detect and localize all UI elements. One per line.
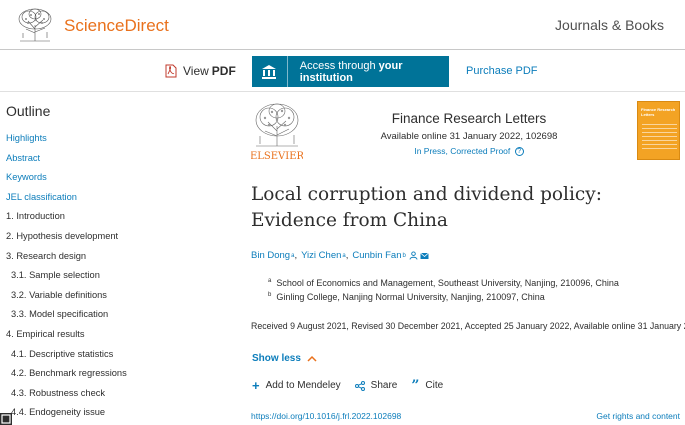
author-contact-icons bbox=[409, 251, 429, 260]
article-title: Local corruption and dividend policy: Ev… bbox=[251, 184, 602, 231]
pdf-icon bbox=[165, 64, 177, 78]
article-status[interactable]: In Press, Corrected Proof ? bbox=[330, 146, 608, 157]
view-pdf-label-bold: PDF bbox=[211, 64, 236, 78]
affiliation-marker: b bbox=[268, 292, 272, 298]
author-link[interactable]: Bin Dong bbox=[251, 250, 290, 261]
outline-item-research-design[interactable]: 3. Research design bbox=[0, 250, 127, 270]
article-status-label: In Press, Corrected Proof bbox=[414, 146, 511, 156]
journal-title[interactable]: Finance Research Letters bbox=[330, 111, 608, 126]
affiliation-text: School of Economics and Management, Sout… bbox=[276, 278, 619, 288]
show-less-label: Show less bbox=[252, 353, 301, 364]
journals-books-link[interactable]: Journals & Books bbox=[555, 17, 664, 33]
share-label: Share bbox=[370, 380, 398, 391]
outline-sidebar: Outline Highlights Abstract Keywords JEL… bbox=[0, 92, 235, 425]
add-to-mendeley-button[interactable]: + Add to Mendeley bbox=[252, 377, 341, 393]
top-header: ScienceDirect Journals & Books bbox=[0, 0, 685, 50]
view-pdf-button[interactable]: View PDF bbox=[165, 64, 236, 78]
help-icon[interactable]: ? bbox=[514, 147, 524, 157]
affiliation-marker: a bbox=[268, 278, 272, 284]
author-separator: , bbox=[345, 250, 349, 261]
affiliation-a: a School of Economics and Management, Sou… bbox=[268, 278, 619, 288]
affiliation-text: Ginling College, Nanjing Normal Universi… bbox=[276, 292, 545, 302]
outline-list: Highlights Abstract Keywords JEL classif… bbox=[0, 132, 127, 425]
person-icon[interactable] bbox=[409, 251, 418, 260]
outline-item-robustness-check[interactable]: 4.3. Robustness check bbox=[0, 387, 127, 407]
outline-item-descriptive-statistics[interactable]: 4.1. Descriptive statistics bbox=[0, 348, 127, 368]
rights-link[interactable]: Get rights and content bbox=[596, 411, 680, 421]
author-link[interactable]: Cunbin Fan bbox=[352, 250, 401, 261]
institution-icon bbox=[252, 56, 288, 87]
article-actions: + Add to Mendeley Share ” Cite bbox=[252, 377, 457, 394]
author-affiliation-marker: b bbox=[402, 252, 406, 259]
outline-item-jel[interactable]: JEL classification bbox=[0, 191, 127, 211]
article-toolbar: View PDF Access through your institution… bbox=[0, 51, 685, 92]
share-icon bbox=[354, 380, 365, 391]
elsevier-wordmark: ELSEVIER bbox=[251, 151, 303, 162]
outline-item-variable-definitions[interactable]: 3.2. Variable definitions bbox=[0, 289, 127, 309]
outline-item-model-specification[interactable]: 3.3. Model specification bbox=[0, 308, 127, 328]
cite-button[interactable]: ” Cite bbox=[411, 377, 444, 394]
outline-title: Outline bbox=[6, 103, 51, 119]
author-link[interactable]: Yizi Chen bbox=[301, 250, 341, 261]
plus-icon: + bbox=[252, 377, 260, 393]
show-less-button[interactable]: Show less bbox=[252, 353, 317, 364]
outline-item-hypothesis[interactable]: 2. Hypothesis development bbox=[0, 230, 127, 250]
outline-item-endogeneity[interactable]: 4.4. Endogeneity issue bbox=[0, 406, 127, 425]
author-separator: , bbox=[294, 250, 298, 261]
access-label: Access through your institution bbox=[288, 60, 449, 84]
outline-item-highlights[interactable]: Highlights bbox=[0, 132, 127, 152]
outline-item-introduction[interactable]: 1. Introduction bbox=[0, 210, 127, 230]
quote-icon: ” bbox=[411, 377, 420, 394]
cite-label: Cite bbox=[425, 380, 444, 391]
journal-cover[interactable]: Finance Research Letters bbox=[637, 101, 680, 160]
email-icon[interactable] bbox=[420, 252, 429, 260]
outline-item-benchmark-regressions[interactable]: 4.2. Benchmark regressions bbox=[0, 367, 127, 387]
outline-item-keywords[interactable]: Keywords bbox=[0, 171, 127, 191]
outline-item-sample-selection[interactable]: 3.1. Sample selection bbox=[0, 269, 127, 289]
chevron-up-icon bbox=[307, 355, 317, 362]
brand-name: ScienceDirect bbox=[64, 16, 169, 35]
issue-info: Available online 31 January 2022, 102698 bbox=[380, 131, 558, 142]
doi-link[interactable]: https://doi.org/10.1016/j.frl.2022.10269… bbox=[251, 411, 401, 421]
affiliation-b: b Ginling College, Nanjing Normal Univers… bbox=[268, 292, 545, 302]
elsevier-tree-icon bbox=[14, 7, 56, 43]
purchase-pdf-link[interactable]: Purchase PDF bbox=[466, 65, 538, 77]
add-to-mendeley-label: Add to Mendeley bbox=[265, 380, 341, 391]
outline-item-abstract[interactable]: Abstract bbox=[0, 152, 127, 172]
article-history: Received 9 August 2021, Revised 30 Decem… bbox=[251, 321, 685, 331]
author-list: Bin Dong a , Yizi Chen a , Cunbin Fan b bbox=[251, 250, 429, 261]
outline-item-empirical-results[interactable]: 4. Empirical results bbox=[0, 328, 127, 348]
access-institution-button[interactable]: Access through your institution bbox=[252, 56, 449, 87]
access-prefix: Access through bbox=[299, 59, 376, 72]
share-button[interactable]: Share bbox=[354, 380, 398, 391]
view-pdf-label: View bbox=[183, 64, 209, 78]
cover-title: Finance Research Letters bbox=[641, 107, 676, 117]
sciencedirect-logo[interactable]: ScienceDirect bbox=[14, 7, 169, 43]
elsevier-logo[interactable]: ELSEVIER bbox=[251, 100, 303, 162]
feedback-icon[interactable] bbox=[0, 413, 12, 425]
